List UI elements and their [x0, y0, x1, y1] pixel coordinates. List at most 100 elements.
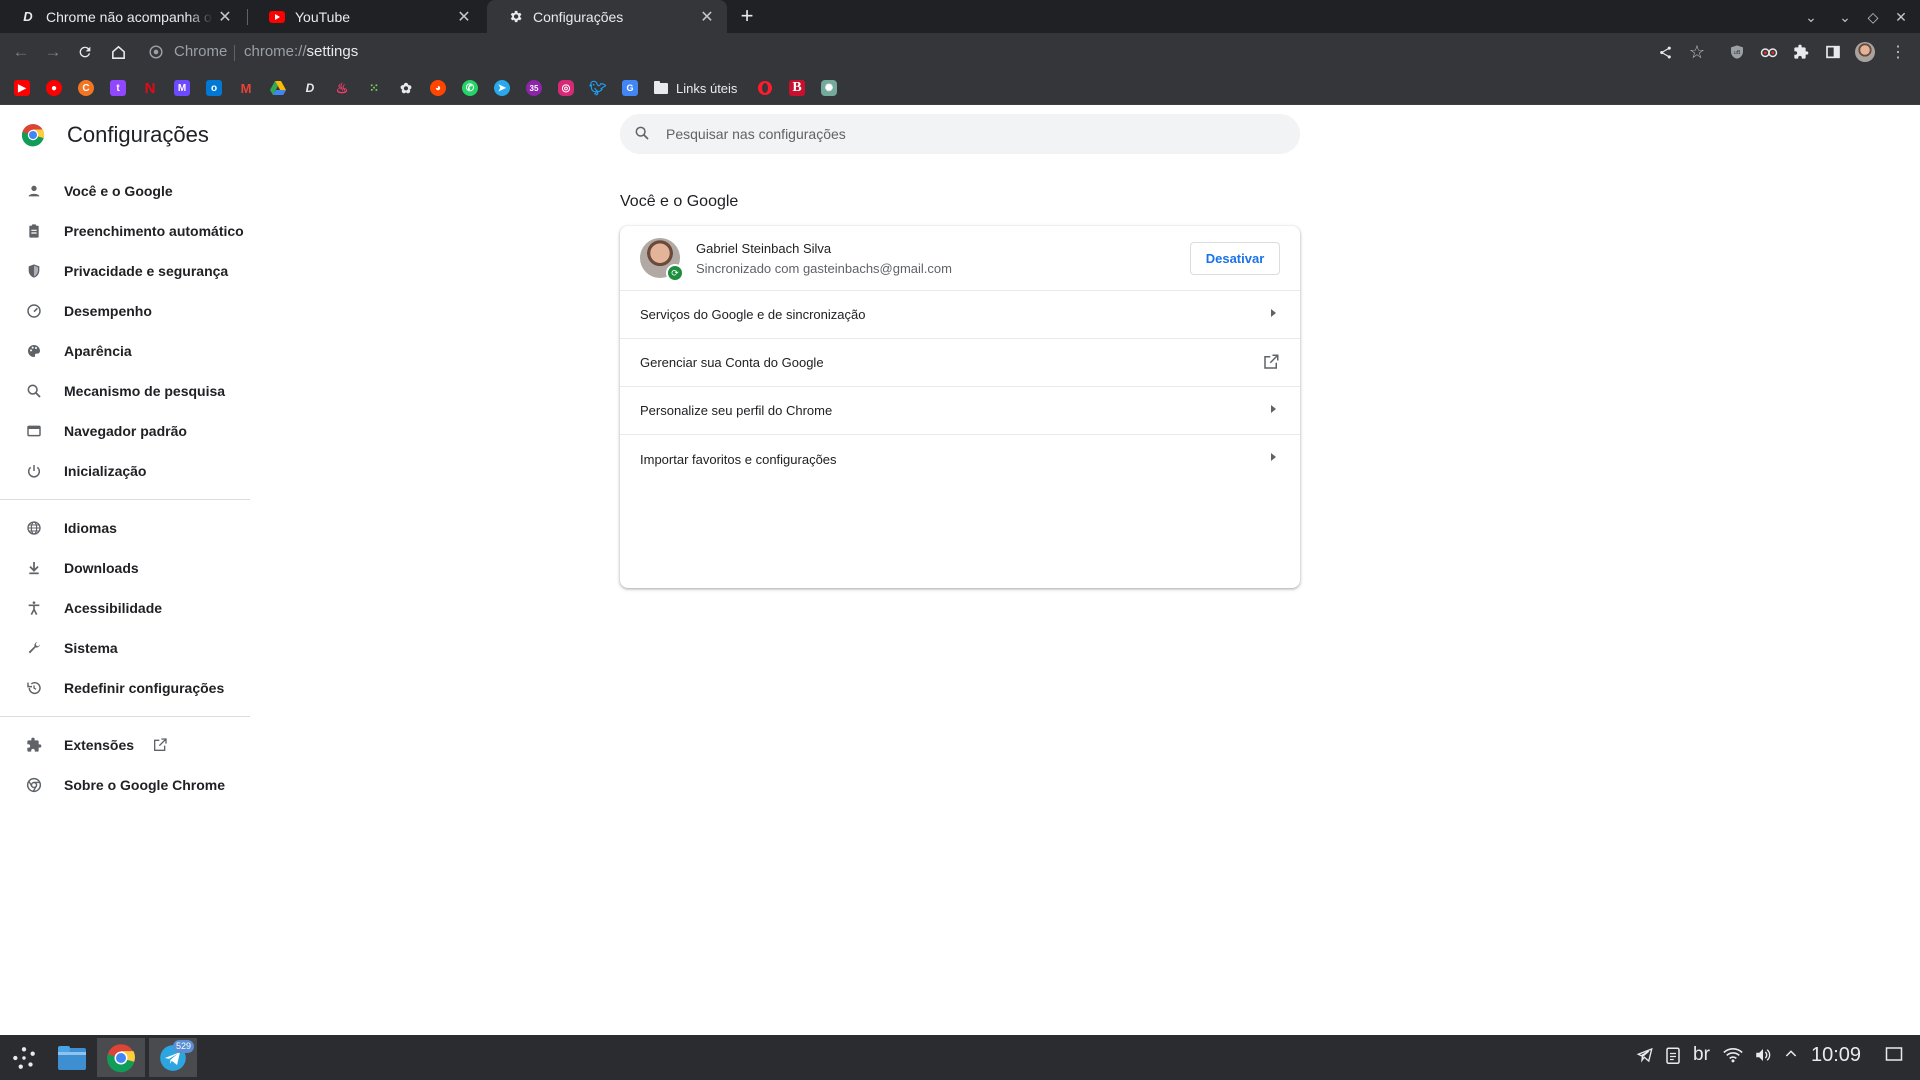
tab-settings[interactable]: Configurações ✕ — [487, 0, 727, 33]
nav-item-redefinir[interactable]: Redefinir configurações — [0, 668, 250, 708]
bookmark-netflix-icon[interactable]: N — [142, 80, 158, 97]
nav-item-sobre-chrome[interactable]: Sobre o Google Chrome — [0, 765, 250, 805]
nav-item-label: Preenchimento automático — [64, 223, 244, 239]
chevron-right-icon — [1271, 453, 1276, 461]
row-customize-profile[interactable]: Personalize seu perfil do Chrome — [620, 387, 1300, 435]
nav-item-privacidade[interactable]: Privacidade e segurança — [0, 251, 250, 291]
bookmark-lifehacker-icon[interactable]: ✿ — [398, 80, 414, 96]
extension-shield-icon[interactable]: uB — [1725, 40, 1749, 64]
row-manage-account[interactable]: Gerenciar sua Conta do Google — [620, 339, 1300, 387]
nav-item-acessibilidade[interactable]: Acessibilidade — [0, 588, 250, 628]
bookmark-reddit-icon[interactable]: ◕ — [430, 80, 446, 96]
bookmark-b-app-icon[interactable]: B — [789, 80, 805, 96]
bookmark-tinder-icon[interactable]: ♨ — [334, 80, 350, 96]
close-window-icon[interactable]: ✕ — [1890, 6, 1912, 28]
new-tab-button[interactable]: + — [735, 5, 759, 29]
bookmark-translate-icon[interactable]: G — [622, 80, 638, 96]
chrome-icon — [24, 775, 44, 795]
you-and-google-card: ⟳ Gabriel Steinbach Silva Sincronizado c… — [620, 226, 1300, 588]
omnibox-url[interactable]: chrome://settings — [244, 43, 358, 60]
clock[interactable]: 10:09 — [1811, 1044, 1861, 1067]
profile-avatar-icon[interactable] — [1853, 40, 1877, 64]
nav-item-navegador-padrao[interactable]: Navegador padrão — [0, 411, 250, 451]
show-desktop-icon[interactable] — [1885, 1046, 1903, 1067]
bookmark-twitter-icon[interactable]: 🐦︎ — [589, 80, 607, 96]
external-link-icon — [1262, 353, 1280, 371]
bookmark-opera-icon[interactable] — [757, 80, 773, 96]
back-icon[interactable]: ← — [9, 40, 33, 64]
share-icon[interactable] — [1653, 40, 1677, 64]
tab-close-icon[interactable]: ✕ — [213, 7, 237, 27]
minimize-icon[interactable]: ⌄ — [1834, 6, 1856, 28]
nav-item-aparencia[interactable]: Aparência — [0, 331, 250, 371]
bookmark-chatgpt-icon[interactable]: ✺ — [821, 80, 837, 96]
youtube-icon — [269, 9, 285, 25]
chevron-up-icon[interactable] — [1783, 1046, 1799, 1067]
side-panel-icon[interactable] — [1821, 40, 1845, 64]
nav-item-mecanismo-pesquisa[interactable]: Mecanismo de pesquisa — [0, 371, 250, 411]
tab-youtube[interactable]: YouTube ✕ — [249, 0, 484, 33]
nav-item-voce-e-o-google[interactable]: Você e o Google — [0, 171, 250, 211]
nav-divider — [0, 499, 250, 500]
bookmark-outlook-icon[interactable]: o — [206, 80, 222, 96]
bookmark-gmail-icon[interactable]: M — [238, 80, 254, 96]
nav-item-preenchimento[interactable]: Preenchimento automático — [0, 211, 250, 251]
power-icon — [24, 461, 44, 481]
nav-item-downloads[interactable]: Downloads — [0, 548, 250, 588]
maximize-icon[interactable]: ◇ — [1862, 6, 1884, 28]
clipboard-tray-icon[interactable] — [1665, 1046, 1681, 1069]
nav-item-desempenho[interactable]: Desempenho — [0, 291, 250, 331]
forward-icon[interactable]: → — [41, 40, 65, 64]
tab-search-icon[interactable]: ⌄ — [1800, 6, 1822, 28]
tab-close-icon[interactable]: ✕ — [452, 7, 476, 27]
svg-text:uB: uB — [1733, 50, 1740, 56]
wifi-icon[interactable] — [1723, 1046, 1743, 1069]
bookmark-youtube-music-icon[interactable]: ● — [46, 80, 62, 96]
nav-item-sistema[interactable]: Sistema — [0, 628, 250, 668]
bookmark-calendar-icon[interactable]: 35 — [526, 80, 542, 96]
tab-article[interactable]: D Chrome não acompanha o te ✕ — [0, 0, 245, 33]
extensions-puzzle-icon[interactable] — [1789, 40, 1813, 64]
turn-off-sync-button[interactable]: Desativar — [1190, 242, 1280, 275]
launcher-icon[interactable] — [0, 1038, 48, 1077]
row-google-services[interactable]: Serviços do Google e de sincronização — [620, 291, 1300, 339]
search-icon — [24, 381, 44, 401]
bookmark-folder-links-uteis[interactable]: Links úteis — [654, 78, 737, 98]
telegram-tray-icon[interactable] — [1636, 1046, 1654, 1069]
nav-item-extensoes[interactable]: Extensões — [0, 725, 250, 765]
bookmark-twitch-icon[interactable]: t — [110, 80, 126, 96]
bookmark-instagram-icon[interactable]: ◎ — [558, 80, 574, 96]
reload-icon[interactable] — [73, 40, 97, 64]
bookmark-pixel-app-icon[interactable]: ⁙ — [366, 80, 382, 96]
wrench-icon — [24, 638, 44, 658]
settings-search-input[interactable] — [666, 126, 1266, 142]
keyboard-layout-indicator[interactable]: br — [1693, 1044, 1710, 1066]
nav-item-idiomas[interactable]: Idiomas — [0, 508, 250, 548]
files-icon[interactable] — [48, 1038, 96, 1077]
nav-item-label: Downloads — [64, 560, 139, 576]
extension-glasses-icon[interactable] — [1757, 40, 1781, 64]
bookmark-youtube-icon[interactable]: ▶ — [14, 80, 30, 96]
chrome-icon[interactable] — [97, 1038, 145, 1077]
menu-kebab-icon[interactable]: ⋮ — [1886, 40, 1910, 64]
chevron-right-icon — [1271, 405, 1276, 413]
bookmark-star-icon[interactable]: ☆ — [1685, 40, 1709, 64]
bookmark-telegram-icon[interactable]: ➤ — [494, 80, 510, 96]
bookmark-whatsapp-icon[interactable]: ✆ — [462, 80, 478, 96]
nav-item-inicializacao[interactable]: Inicialização — [0, 451, 250, 491]
chevron-right-icon — [1271, 309, 1276, 317]
settings-search-box[interactable] — [620, 114, 1300, 154]
bookmark-google-drive-icon[interactable] — [270, 80, 286, 96]
tab-close-icon[interactable]: ✕ — [695, 7, 719, 27]
bookmark-crunchyroll-icon[interactable]: C — [78, 80, 94, 96]
row-import-bookmarks[interactable]: Importar favoritos e configurações — [620, 435, 1300, 483]
d-favicon-icon: D — [23, 9, 33, 24]
nav-item-label: Redefinir configurações — [64, 680, 225, 696]
home-icon[interactable] — [106, 40, 130, 64]
row-label: Importar favoritos e configurações — [640, 451, 837, 467]
telegram-icon[interactable]: 529 — [149, 1038, 197, 1077]
bookmark-d-app-icon[interactable]: D — [302, 80, 318, 96]
volume-icon[interactable] — [1754, 1046, 1772, 1069]
chrome-page-icon[interactable] — [146, 40, 166, 64]
bookmark-proton-mail-icon[interactable]: M — [174, 80, 190, 96]
